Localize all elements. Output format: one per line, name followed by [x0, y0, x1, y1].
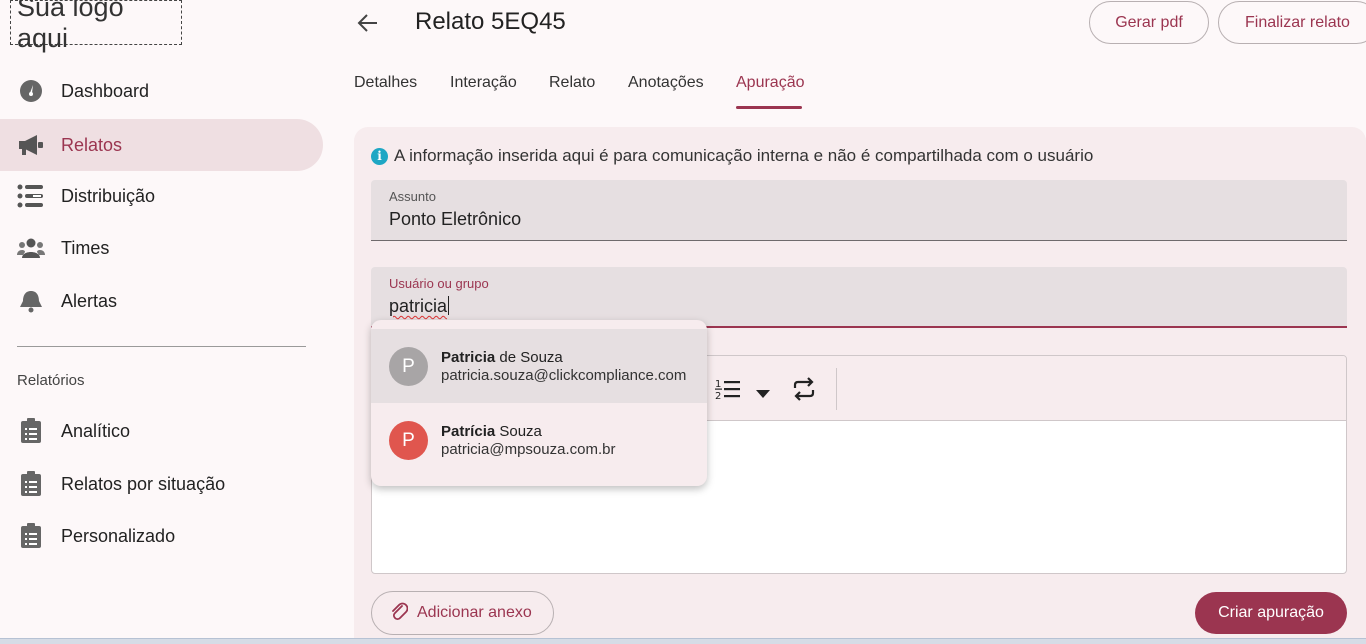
- suggestion-name-match: Patricia: [441, 349, 496, 366]
- sidebar-item-label: Personalizado: [61, 525, 176, 546]
- page-title: Relato 5EQ45: [415, 8, 566, 35]
- dashboard-icon: [17, 78, 45, 104]
- tab-relato[interactable]: Relato: [549, 74, 595, 92]
- avatar: P: [389, 421, 428, 460]
- clipboard-icon: [17, 523, 45, 549]
- logo-text: Sua logo aqui: [17, 0, 124, 53]
- finalize-report-button[interactable]: Finalizar relato: [1218, 1, 1366, 44]
- sidebar-item-times[interactable]: Times: [0, 222, 323, 274]
- subject-value: Ponto Eletrônico: [389, 209, 522, 229]
- arrow-left-icon[interactable]: [355, 10, 381, 36]
- user-group-input[interactable]: patricia: [389, 296, 450, 317]
- sidebar-divider: [17, 346, 306, 347]
- sidebar-item-label: Alertas: [61, 290, 118, 311]
- suggestion-name-rest: Souza: [495, 423, 542, 440]
- taskbar-edge: [0, 638, 1366, 644]
- tab-active-indicator: [736, 106, 802, 109]
- repeat-icon[interactable]: [789, 374, 819, 404]
- suggestion-option-1[interactable]: P Patricia de Souza patricia.souza@click…: [371, 329, 707, 403]
- subject-field[interactable]: Assunto Ponto Eletrônico: [371, 180, 1347, 241]
- suggestion-name-rest: de Souza: [495, 349, 563, 366]
- create-apuracao-button[interactable]: Criar apuração: [1195, 592, 1347, 634]
- tab-apuracao[interactable]: Apuração: [736, 74, 805, 92]
- user-group-value: patricia: [389, 296, 448, 316]
- suggestion-option-2[interactable]: P Patrícia Souza patricia@mpsouza.com.br: [371, 403, 707, 477]
- info-notice: i A informação inserida aqui é para comu…: [371, 146, 1093, 166]
- add-attachment-button[interactable]: Adicionar anexo: [371, 591, 554, 635]
- sidebar-item-label: Distribuição: [61, 185, 156, 206]
- paperclip-icon: [390, 601, 409, 626]
- sidebar-item-alertas[interactable]: Alertas: [0, 275, 323, 327]
- suggestion-name: Patricia de Souza: [441, 349, 563, 366]
- sidebar-item-relatos-por-situacao[interactable]: Relatos por situação: [0, 458, 323, 510]
- user-group-field[interactable]: Usuário ou grupo patricia: [371, 267, 1347, 328]
- bell-icon: [17, 288, 45, 314]
- toolbar-separator: [836, 368, 837, 410]
- suggestion-email: patricia.souza@clickcompliance.com: [441, 367, 687, 384]
- clipboard-icon: [17, 418, 45, 444]
- text-caret: [448, 296, 450, 315]
- sidebar-item-distribuicao[interactable]: Distribuição: [0, 170, 323, 222]
- user-suggestions-dropdown: P Patricia de Souza patricia.souza@click…: [371, 320, 707, 486]
- people-icon: [17, 235, 45, 261]
- user-group-label: Usuário ou grupo: [389, 276, 489, 291]
- ordered-list-icon[interactable]: 12: [713, 374, 743, 404]
- suggestion-name: Patrícia Souza: [441, 423, 542, 440]
- logo-placeholder: Sua logo aqui: [10, 0, 182, 53]
- sidebar-item-analitico[interactable]: Analítico: [0, 405, 323, 457]
- sidebar-item-relatos[interactable]: Relatos: [0, 119, 323, 171]
- generate-pdf-button[interactable]: Gerar pdf: [1089, 1, 1209, 44]
- tab-interacao[interactable]: Interação: [450, 74, 517, 92]
- suggestion-email: patricia@mpsouza.com.br: [441, 441, 616, 458]
- sidebar-item-label: Analítico: [61, 420, 131, 441]
- subject-label: Assunto: [389, 189, 436, 204]
- info-icon: i: [371, 147, 388, 165]
- clipboard-icon: [17, 471, 45, 497]
- add-attachment-label: Adicionar anexo: [417, 604, 532, 621]
- distribution-icon: [17, 183, 45, 209]
- sidebar-item-label: Relatos por situação: [61, 473, 226, 494]
- sidebar-item-label: Dashboard: [61, 80, 150, 101]
- svg-text:2: 2: [715, 391, 721, 401]
- megaphone-icon: [17, 132, 45, 158]
- sidebar-item-label: Relatos: [61, 134, 123, 155]
- sidebar-item-personalizado[interactable]: Personalizado: [0, 510, 323, 562]
- suggestion-name-match: Patrícia: [441, 423, 496, 440]
- avatar: P: [389, 347, 428, 386]
- svg-text:1: 1: [715, 379, 721, 390]
- chevron-down-icon[interactable]: [748, 378, 778, 408]
- section-title-relatorios: Relatórios: [17, 372, 85, 389]
- sidebar-item-label: Times: [61, 237, 110, 258]
- sidebar-item-dashboard[interactable]: Dashboard: [0, 65, 323, 117]
- tab-anotacoes[interactable]: Anotações: [628, 74, 704, 92]
- tab-detalhes[interactable]: Detalhes: [354, 74, 417, 92]
- info-text: A informação inserida aqui é para comuni…: [394, 146, 1094, 165]
